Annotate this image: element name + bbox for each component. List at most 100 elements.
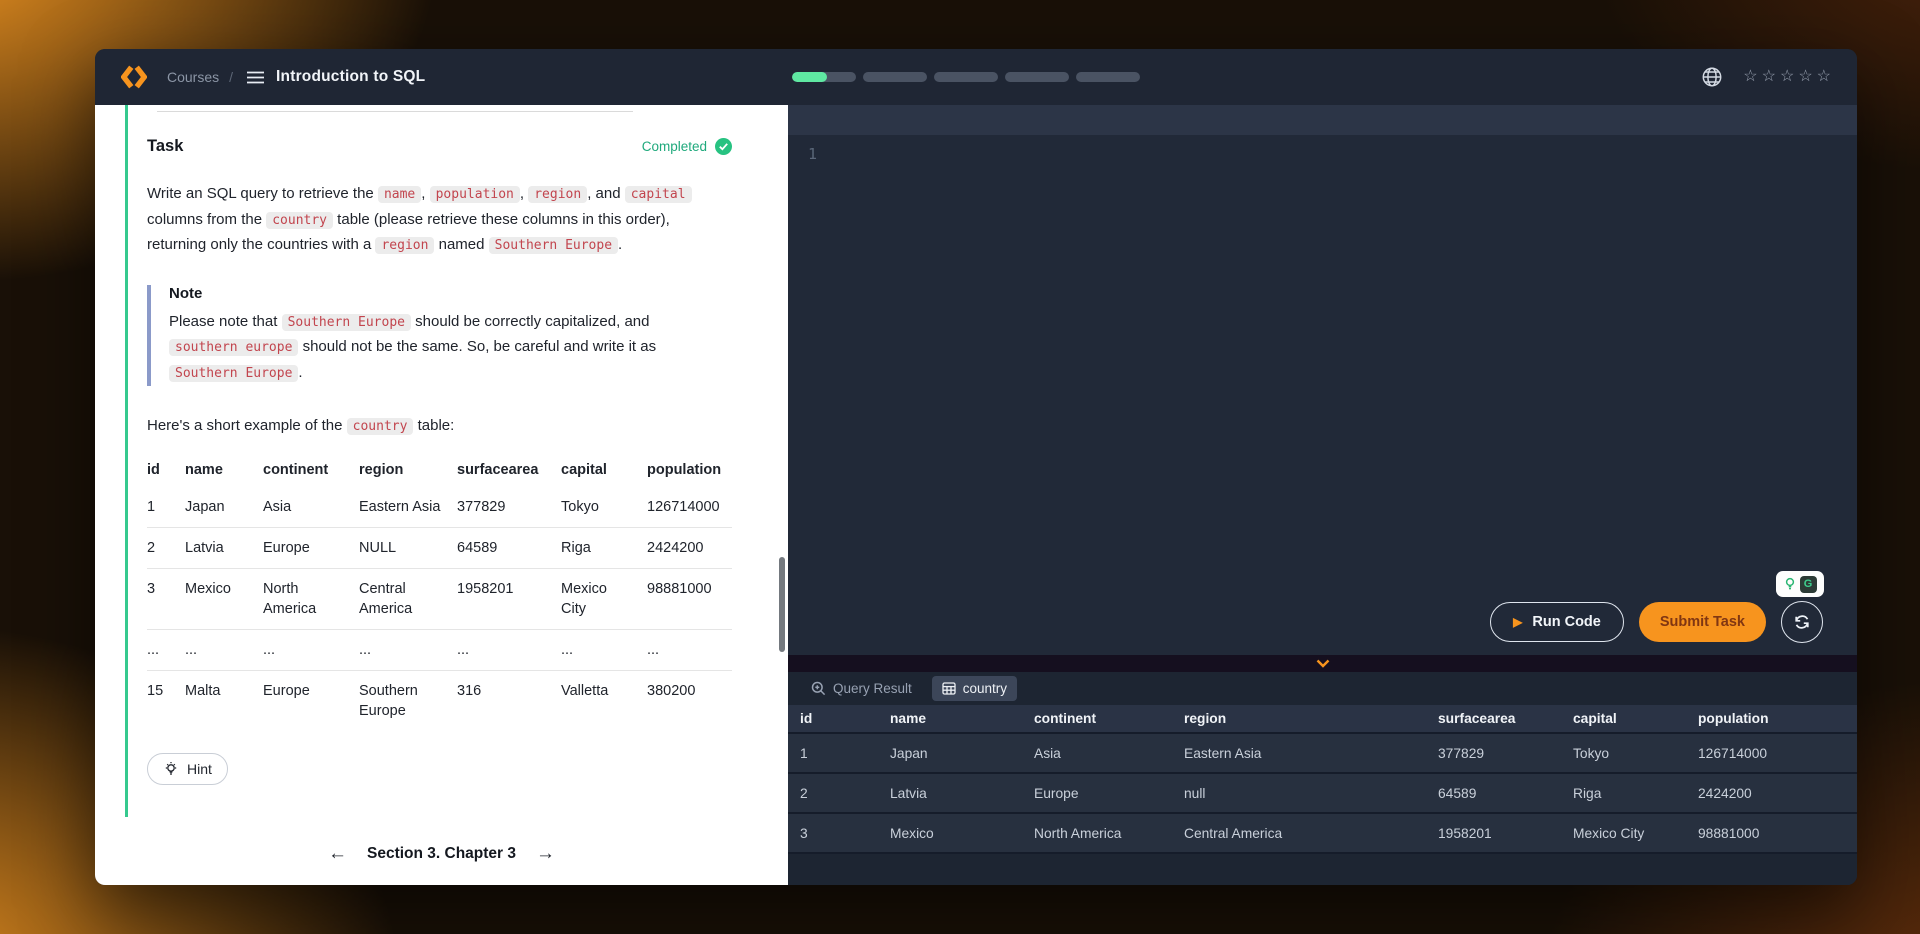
cell: 64589 <box>457 528 561 569</box>
cell: ... <box>647 630 732 671</box>
cell: ... <box>147 630 185 671</box>
progress-bar-1[interactable] <box>792 72 856 82</box>
main-split: Task Completed Write an SQL query to ret… <box>95 105 1857 885</box>
sync-arrows-icon <box>1793 613 1811 631</box>
inline-code-chip: name <box>378 186 421 203</box>
status-label: Completed <box>642 139 707 154</box>
next-chapter-arrow-icon[interactable]: → <box>536 844 555 863</box>
star-icon-1[interactable]: ☆ <box>1743 69 1757 85</box>
globe-icon[interactable] <box>1701 66 1723 88</box>
inline-code-chip: capital <box>625 186 692 203</box>
cell: 3 <box>788 813 890 853</box>
progress-bar-3[interactable] <box>934 72 998 82</box>
hint-button[interactable]: Hint <box>147 753 228 785</box>
task-panel-scrollbar[interactable] <box>779 557 785 652</box>
table-row: 1JapanAsiaEastern Asia377829Tokyo1267140… <box>147 487 732 528</box>
extension-bulb-icon <box>1784 577 1796 591</box>
cell: Japan <box>890 733 1034 773</box>
cell: Asia <box>263 487 359 528</box>
code-editor[interactable]: 1 G ▶ Run Code Submit Task <box>788 135 1857 655</box>
lightbulb-icon <box>163 761 179 777</box>
cell: ... <box>561 630 647 671</box>
example-table: idnamecontinentregionsurfaceareacapitalp… <box>147 454 732 731</box>
cell: ... <box>359 630 457 671</box>
cell: Asia <box>1034 733 1184 773</box>
task-description: Write an SQL query to retrieve the name,… <box>147 182 732 259</box>
tab-country[interactable]: country <box>932 676 1017 701</box>
progress-bar-2[interactable] <box>863 72 927 82</box>
task-panel: Task Completed Write an SQL query to ret… <box>95 105 788 885</box>
cell: 126714000 <box>647 487 732 528</box>
table-grid-icon <box>942 682 956 695</box>
cell: Europe <box>263 528 359 569</box>
star-icon-2[interactable]: ☆ <box>1762 69 1776 85</box>
tab-query-result[interactable]: Query Result <box>801 676 922 701</box>
hamburger-menu-icon[interactable] <box>247 71 264 84</box>
cell: ... <box>263 630 359 671</box>
status-badge: Completed <box>642 138 732 155</box>
breadcrumb-courses-link[interactable]: Courses <box>167 69 219 85</box>
inline-code-chip: Southern Europe <box>489 237 618 254</box>
cell: 1 <box>788 733 890 773</box>
rating-stars: ☆ ☆ ☆ ☆ ☆ <box>1743 69 1831 85</box>
cell: Mexico <box>185 569 263 630</box>
note-body: Please note that Southern Europe should … <box>169 310 694 387</box>
app-logo-icon[interactable] <box>121 64 147 90</box>
cell: 377829 <box>1438 733 1573 773</box>
cell: Mexico City <box>1573 813 1698 853</box>
column-header: id <box>788 705 890 733</box>
chapter-nav-label: Section 3. Chapter 3 <box>367 845 516 863</box>
inline-code-chip: population <box>430 186 520 203</box>
course-title: Introduction to SQL <box>276 68 425 86</box>
table-row: 2LatviaEuropenull64589Riga2424200 <box>788 773 1857 813</box>
table-row: 15MaltaEuropeSouthern Europe316Valletta3… <box>147 671 732 732</box>
column-header: population <box>647 454 732 487</box>
column-header: name <box>185 454 263 487</box>
tab-query-result-label: Query Result <box>833 681 912 696</box>
column-header: region <box>1184 705 1438 733</box>
header-right-controls: ☆ ☆ ☆ ☆ ☆ <box>1701 49 1831 105</box>
header-row: idnamecontinentregionsurfaceareacapitalp… <box>147 454 732 487</box>
table-row: 1JapanAsiaEastern Asia377829Tokyo1267140… <box>788 733 1857 773</box>
inline-code-chip: region <box>375 237 434 254</box>
cell: Riga <box>561 528 647 569</box>
star-icon-4[interactable]: ☆ <box>1798 69 1812 85</box>
results-panel: Query Result country idnamecontinentr <box>788 672 1857 885</box>
chevron-down-icon[interactable] <box>1316 659 1330 668</box>
submit-task-button[interactable]: Submit Task <box>1639 602 1766 642</box>
app-window: Courses / Introduction to SQL <box>95 49 1857 885</box>
task-heading: Task <box>147 137 183 156</box>
cell: 15 <box>147 671 185 732</box>
reset-code-button[interactable] <box>1781 601 1823 643</box>
cell: 1958201 <box>457 569 561 630</box>
star-icon-3[interactable]: ☆ <box>1780 69 1794 85</box>
check-circle-icon <box>715 138 732 155</box>
cell: null <box>1184 773 1438 813</box>
progress-bar-4[interactable] <box>1005 72 1069 82</box>
note-heading: Note <box>169 285 732 302</box>
cell: 2424200 <box>1698 773 1857 813</box>
cell: Central America <box>1184 813 1438 853</box>
cell: Latvia <box>185 528 263 569</box>
header-row: idnamecontinentregionsurfaceareacapitalp… <box>788 705 1857 733</box>
browser-extension-badge[interactable]: G <box>1776 571 1824 597</box>
run-code-button[interactable]: ▶ Run Code <box>1490 602 1624 642</box>
cell: Eastern Asia <box>1184 733 1438 773</box>
column-header: surfacearea <box>1438 705 1573 733</box>
column-header: name <box>890 705 1034 733</box>
star-icon-5[interactable]: ☆ <box>1817 69 1831 85</box>
task-content: Task Completed Write an SQL query to ret… <box>147 105 732 785</box>
cell: Central America <box>359 569 457 630</box>
column-header: region <box>359 454 457 487</box>
progress-bar-5[interactable] <box>1076 72 1140 82</box>
table-row: ..................... <box>147 630 732 671</box>
inline-code-chip: southern europe <box>169 339 298 356</box>
editor-action-buttons: ▶ Run Code Submit Task <box>1490 601 1823 643</box>
cell: 2 <box>788 773 890 813</box>
table-row: 2LatviaEuropeNULL64589Riga2424200 <box>147 528 732 569</box>
cell: Tokyo <box>1573 733 1698 773</box>
prev-chapter-arrow-icon[interactable]: ← <box>328 844 347 863</box>
chapter-navigation: ← Section 3. Chapter 3 → <box>95 844 788 863</box>
query-result-table: idnamecontinentregionsurfaceareacapitalp… <box>788 705 1857 854</box>
magnifier-icon <box>811 681 826 696</box>
